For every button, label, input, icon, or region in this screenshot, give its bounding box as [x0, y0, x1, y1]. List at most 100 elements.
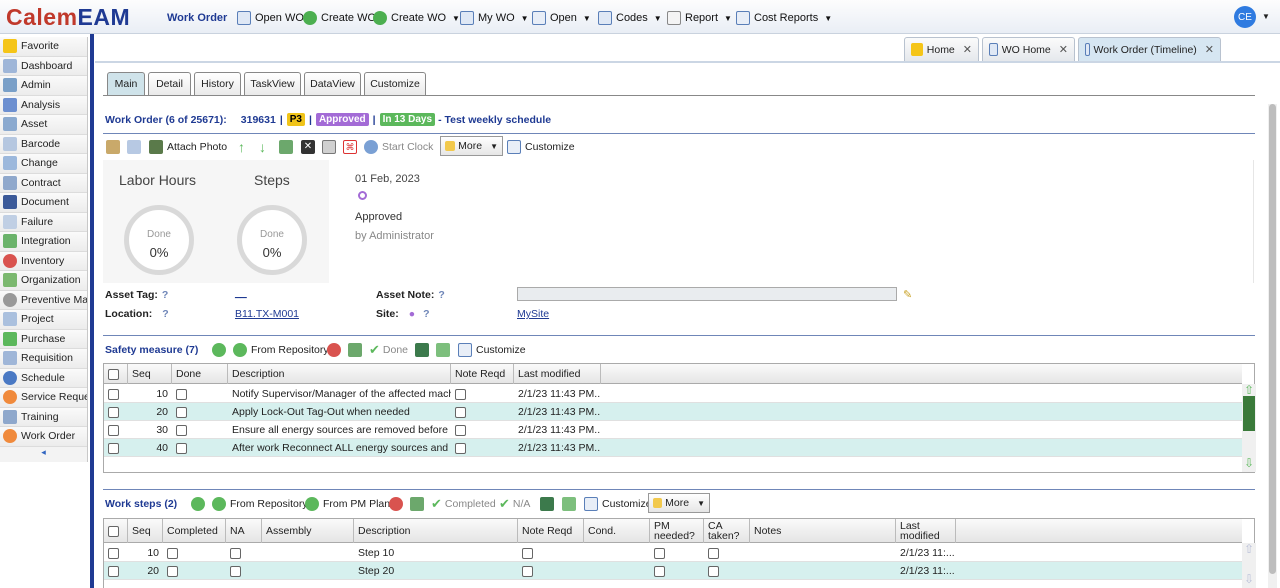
my-wo-dropdown[interactable]: My WO ▼ [460, 10, 529, 26]
row-checkbox[interactable] [108, 547, 119, 559]
add-icon[interactable] [191, 496, 205, 512]
table-row[interactable]: 10 Notify Supervisor/Manager of the affe… [104, 385, 1242, 403]
create-wo-dropdown[interactable]: Create WO ▼ [373, 10, 460, 26]
expand-icon[interactable] [562, 496, 576, 512]
na-checkbox[interactable] [230, 565, 241, 577]
tab-main[interactable]: Main [107, 72, 145, 95]
sidebar-item-work-order[interactable]: Work Order [0, 427, 87, 447]
safety-customize-button[interactable]: Customize [458, 342, 526, 358]
help-icon[interactable]: ? [438, 289, 444, 301]
remove-icon[interactable] [327, 342, 341, 358]
scroll-up-icon[interactable]: ⇧ [1242, 543, 1256, 555]
sidebar-item-failure[interactable]: Failure [0, 212, 87, 232]
site-link[interactable]: MySite [517, 308, 549, 320]
module-label[interactable]: Work Order [167, 10, 227, 26]
help-icon[interactable]: ? [423, 308, 429, 320]
page-scrollbar[interactable] [1268, 104, 1277, 588]
scroll-thumb[interactable] [1269, 104, 1276, 574]
tab-customize[interactable]: Customize [364, 72, 426, 95]
start-clock-button[interactable]: Start Clock [364, 139, 433, 155]
export-icon[interactable] [415, 342, 429, 358]
sidebar-item-organization[interactable]: Organization [0, 271, 87, 291]
col-note-reqd[interactable]: Note Reqd [518, 519, 584, 543]
help-icon[interactable]: ? [162, 289, 168, 301]
na-button[interactable]: ✔ N/A [499, 496, 530, 512]
col-note-reqd[interactable]: Note Reqd [451, 364, 514, 384]
col-cond[interactable]: Cond. [584, 519, 650, 543]
pencil-icon[interactable]: ✎ [903, 288, 912, 301]
sidebar-item-asset[interactable]: Asset [0, 115, 87, 135]
attach-photo-button[interactable]: Attach Photo [149, 139, 227, 155]
table-row[interactable]: 40 After work Reconnect ALL energy sourc… [104, 439, 1242, 457]
pm-needed-checkbox[interactable] [654, 565, 665, 577]
window-tab-home[interactable]: Home ✕ [904, 37, 979, 61]
report-dropdown[interactable]: Report ▼ [667, 10, 732, 26]
sidebar-item-document[interactable]: Document [0, 193, 87, 213]
create-wo-button[interactable]: Create WO [303, 10, 376, 26]
from-repository-button[interactable]: From Repository [212, 496, 308, 512]
more-dropdown[interactable]: More ▼ [440, 136, 503, 156]
edit-icon[interactable] [106, 139, 120, 155]
col-completed[interactable]: Completed [163, 519, 226, 543]
sidebar-item-contract[interactable]: Contract [0, 173, 87, 193]
pm-needed-checkbox[interactable] [654, 547, 665, 559]
arrow-down-icon[interactable]: ↓ [259, 139, 266, 155]
print-icon[interactable] [322, 139, 336, 155]
sidebar-item-admin[interactable]: Admin [0, 76, 87, 96]
table-row[interactable]: 10 Step 10 2/1/23 11:... [104, 544, 1242, 562]
sidebar-item-requisition[interactable]: Requisition [0, 349, 87, 369]
ca-taken-checkbox[interactable] [708, 565, 719, 577]
na-checkbox[interactable] [230, 547, 241, 559]
done-button[interactable]: ✔ Done [369, 342, 408, 358]
asset-tag-value[interactable]: __ [235, 287, 247, 299]
from-pm-plan-button[interactable]: From PM Plan [305, 496, 390, 512]
note-reqd-checkbox[interactable] [455, 388, 466, 400]
splitter[interactable] [90, 34, 94, 588]
sidebar-item-training[interactable]: Training [0, 407, 87, 427]
sidebar-item-service-request[interactable]: Service Request [0, 388, 87, 408]
pdf-icon[interactable]: ⌘ [343, 139, 357, 155]
col-description[interactable]: Description [228, 364, 451, 384]
table-row[interactable]: 20 Apply Lock-Out Tag-Out when needed 2/… [104, 403, 1242, 421]
app-logo[interactable]: CalemEAM [6, 4, 130, 31]
cost-reports-dropdown[interactable]: Cost Reports ▼ [736, 10, 832, 26]
grid-scrollbar[interactable]: ⇧ ⇩ [1242, 384, 1256, 472]
location-link[interactable]: B11.TX-M001 [235, 308, 299, 320]
close-icon[interactable]: ✕ [1059, 43, 1068, 56]
table-row[interactable]: 20 Step 20 2/1/23 11:... [104, 562, 1242, 580]
from-repository-button[interactable]: From Repository [233, 342, 329, 358]
sidebar-item-preventive-main[interactable]: Preventive Main [0, 290, 87, 310]
completed-checkbox[interactable] [167, 565, 178, 577]
done-checkbox[interactable] [176, 406, 187, 418]
col-pm-needed[interactable]: PM needed? [650, 519, 704, 543]
window-tab-work-order-timeline[interactable]: Work Order (Timeline) ✕ [1078, 37, 1221, 61]
done-checkbox[interactable] [176, 442, 187, 454]
tab-dataview[interactable]: DataView [304, 72, 361, 95]
sidebar-item-project[interactable]: Project [0, 310, 87, 330]
copy-icon[interactable] [127, 139, 141, 155]
tab-detail[interactable]: Detail [148, 72, 191, 95]
collapse-sidebar-icon[interactable]: ◂ [0, 447, 87, 461]
steps-more-dropdown[interactable]: More ▼ [648, 493, 710, 513]
done-checkbox[interactable] [176, 424, 187, 436]
move-icon[interactable] [348, 342, 362, 358]
sidebar-item-schedule[interactable]: Schedule [0, 368, 87, 388]
help-icon[interactable]: ? [162, 308, 168, 320]
sidebar-item-favorite[interactable]: Favorite [0, 37, 87, 57]
row-checkbox[interactable] [108, 424, 119, 436]
note-reqd-checkbox[interactable] [455, 406, 466, 418]
open-wo-button[interactable]: Open WO [237, 10, 304, 26]
col-seq[interactable]: Seq [128, 364, 172, 384]
expand-icon[interactable] [436, 342, 450, 358]
sidebar-item-integration[interactable]: Integration [0, 232, 87, 252]
col-last-modified[interactable]: Last modified [896, 519, 956, 543]
move-icon[interactable] [410, 496, 424, 512]
row-checkbox[interactable] [108, 565, 119, 577]
col-last-modified[interactable]: Last modified [514, 364, 601, 384]
sidebar-item-analysis[interactable]: Analysis [0, 95, 87, 115]
scroll-thumb[interactable] [1243, 396, 1255, 431]
delete-icon[interactable]: ✕ [301, 139, 315, 155]
move-icon[interactable] [279, 139, 293, 155]
steps-customize-button[interactable]: Customize [584, 496, 652, 512]
window-tab-wo-home[interactable]: WO Home ✕ [982, 37, 1075, 61]
